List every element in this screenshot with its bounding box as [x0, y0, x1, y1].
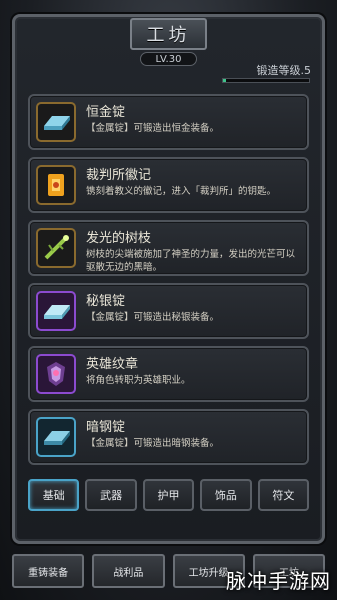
item-list: 恒金锭 【金属锭】可锻造出恒金装备。 裁判所徽记 镌刻着教义的徽记，进入「裁判所…: [28, 94, 309, 472]
item-name: 恒金锭: [86, 105, 126, 120]
tab-weapons[interactable]: 武器: [85, 479, 137, 511]
item-name: 秘银锭: [86, 294, 126, 309]
hero-crest-icon: [36, 354, 76, 394]
list-item[interactable]: 秘银锭 【金属锭】可锻造出秘银装备。: [28, 283, 309, 339]
watermark: 脉冲手游网: [226, 569, 331, 593]
item-description: 镌刻着教义的徽记，进入「裁判所」的钥匙。: [86, 186, 277, 197]
silver-ingot-icon: [36, 102, 76, 142]
loot-button[interactable]: 战利品: [92, 554, 165, 588]
list-item[interactable]: 发光的树枝 树枝的尖端被施加了神圣的力量，发出的光芒可以驱散无边的黑暗。: [28, 220, 309, 276]
item-description: 【金属锭】可锻造出暗钢装备。: [86, 438, 220, 449]
list-item[interactable]: 恒金锭 【金属锭】可锻造出恒金装备。: [28, 94, 309, 150]
item-description: 树枝的尖端被施加了神圣的力量，发出的光芒可以驱散无边的黑暗。: [86, 249, 296, 273]
tab-armor[interactable]: 护甲: [142, 479, 195, 511]
list-item[interactable]: 裁判所徽记 镌刻着教义的徽记，进入「裁判所」的钥匙。: [28, 157, 309, 213]
list-item[interactable]: 英雄纹章 将角色转职为英雄职业。: [28, 346, 309, 402]
item-name: 发光的树枝: [86, 231, 152, 246]
forge-level-label: 锻造等级.5: [256, 64, 312, 77]
list-item[interactable]: 暗钢锭 【金属锭】可锻造出暗钢装备。: [28, 409, 309, 465]
page-title: 工坊: [130, 18, 207, 50]
item-description: 【金属锭】可锻造出秘银装备。: [86, 312, 220, 323]
item-name: 英雄纹章: [86, 357, 139, 372]
emblem-icon: [36, 165, 76, 205]
tab-runes[interactable]: 符文: [257, 479, 310, 511]
tab-accessories[interactable]: 饰品: [200, 479, 252, 511]
workshop-level-badge: LV.30: [140, 52, 197, 66]
item-description: 【金属锭】可锻造出恒金装备。: [86, 123, 220, 134]
forge-progress-fill: [223, 79, 227, 82]
item-name: 暗钢锭: [86, 420, 126, 435]
item-name: 裁判所徽记: [86, 168, 152, 183]
mithril-ingot-icon: [36, 291, 76, 331]
item-description: 将角色转职为英雄职业。: [86, 375, 191, 386]
dark-steel-ingot-icon: [36, 417, 76, 457]
forge-progress-bar: [222, 78, 310, 83]
glowing-branch-icon: [36, 228, 76, 268]
reforge-equipment-button[interactable]: 重铸装备: [12, 554, 85, 588]
tab-basic[interactable]: 基础: [28, 479, 80, 511]
category-tabs: 基础 武器 护甲 饰品 符文: [28, 479, 310, 517]
